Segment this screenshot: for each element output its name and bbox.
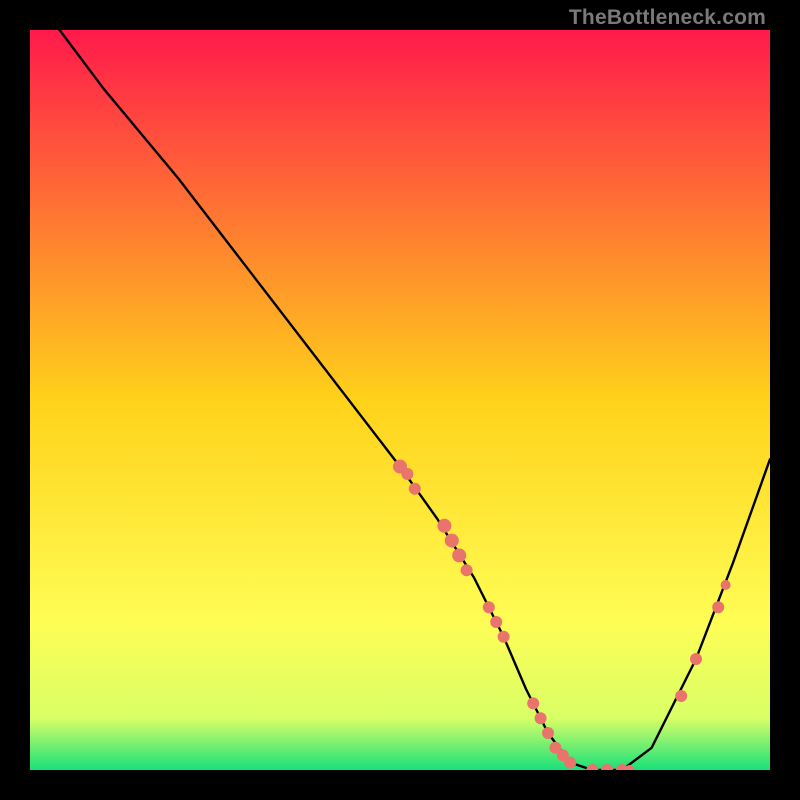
watermark-text: TheBottleneck.com <box>569 6 766 30</box>
marker-point <box>490 616 502 628</box>
marker-point <box>712 601 724 613</box>
gradient-background <box>30 30 770 770</box>
bottleneck-chart <box>30 30 770 770</box>
marker-point <box>401 468 413 480</box>
marker-point <box>675 690 687 702</box>
marker-point <box>564 757 576 769</box>
marker-point <box>437 519 451 533</box>
marker-point <box>721 580 731 590</box>
marker-point <box>452 548 466 562</box>
marker-point <box>535 712 547 724</box>
marker-point <box>445 534 459 548</box>
marker-point <box>483 601 495 613</box>
marker-point <box>461 564 473 576</box>
marker-point <box>542 727 554 739</box>
marker-point <box>527 697 539 709</box>
chart-frame <box>30 30 770 770</box>
marker-point <box>409 483 421 495</box>
marker-point <box>498 631 510 643</box>
marker-point <box>690 653 702 665</box>
